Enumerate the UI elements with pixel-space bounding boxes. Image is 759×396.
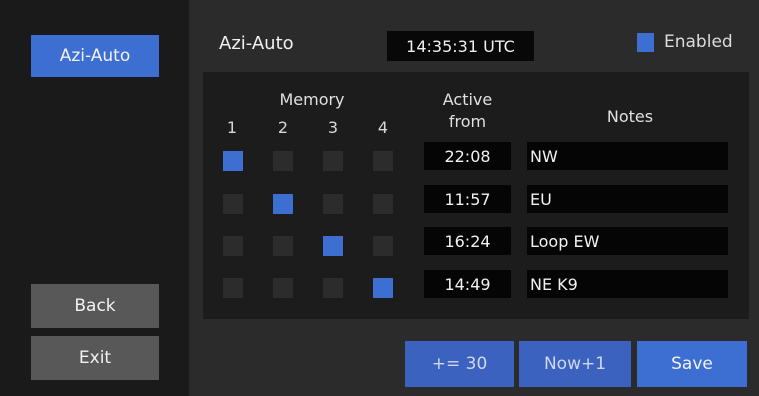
row3-active-from[interactable]: 16:24 (424, 227, 511, 255)
exit-button[interactable]: Exit (31, 336, 159, 380)
row3-memory3-cell[interactable] (323, 236, 343, 256)
row2-memory3-cell[interactable] (323, 194, 343, 214)
row1-memory4-cell[interactable] (373, 151, 393, 171)
utc-clock: 14:35:31 UTC (387, 31, 534, 61)
row2-memory1-cell[interactable] (223, 194, 243, 214)
memory-number-4: 4 (377, 118, 389, 137)
row2-note[interactable]: EU (527, 185, 728, 213)
memory-number-1: 1 (226, 118, 238, 137)
row2-memory2-cell[interactable] (273, 194, 293, 214)
row2-active-from[interactable]: 11:57 (424, 185, 511, 213)
row4-memory2-cell[interactable] (273, 278, 293, 298)
memory-number-3: 3 (327, 118, 339, 137)
back-button[interactable]: Back (31, 284, 159, 328)
row4-active-from[interactable]: 14:49 (424, 270, 511, 298)
row3-memory2-cell[interactable] (273, 236, 293, 256)
azi-auto-mode-button[interactable]: Azi-Auto (31, 35, 159, 77)
row1-note[interactable]: NW (527, 142, 728, 170)
row1-memory2-cell[interactable] (273, 151, 293, 171)
memory-number-2: 2 (277, 118, 289, 137)
active-from-header-line2: from (448, 112, 487, 131)
row3-memory1-cell[interactable] (223, 236, 243, 256)
notes-header: Notes (606, 107, 654, 126)
row2-memory4-cell[interactable] (373, 194, 393, 214)
page-title: Azi-Auto (219, 33, 294, 54)
row4-memory4-cell[interactable] (373, 278, 393, 298)
increment-30-button[interactable]: += 30 (405, 341, 514, 387)
enabled-label[interactable]: Enabled (664, 32, 733, 52)
row4-memory3-cell[interactable] (323, 278, 343, 298)
row1-memory1-cell[interactable] (223, 151, 243, 171)
active-from-header-line1: Active (442, 90, 493, 109)
enabled-checkbox[interactable] (637, 33, 654, 52)
row3-note[interactable]: Loop EW (527, 227, 728, 255)
save-button[interactable]: Save (637, 341, 747, 387)
row4-memory1-cell[interactable] (223, 278, 243, 298)
row1-active-from[interactable]: 22:08 (424, 142, 511, 170)
memory-header: Memory (279, 90, 345, 109)
row1-memory3-cell[interactable] (323, 151, 343, 171)
row3-memory4-cell[interactable] (373, 236, 393, 256)
row4-note[interactable]: NE K9 (527, 270, 728, 298)
now-plus-1-button[interactable]: Now+1 (519, 341, 631, 387)
